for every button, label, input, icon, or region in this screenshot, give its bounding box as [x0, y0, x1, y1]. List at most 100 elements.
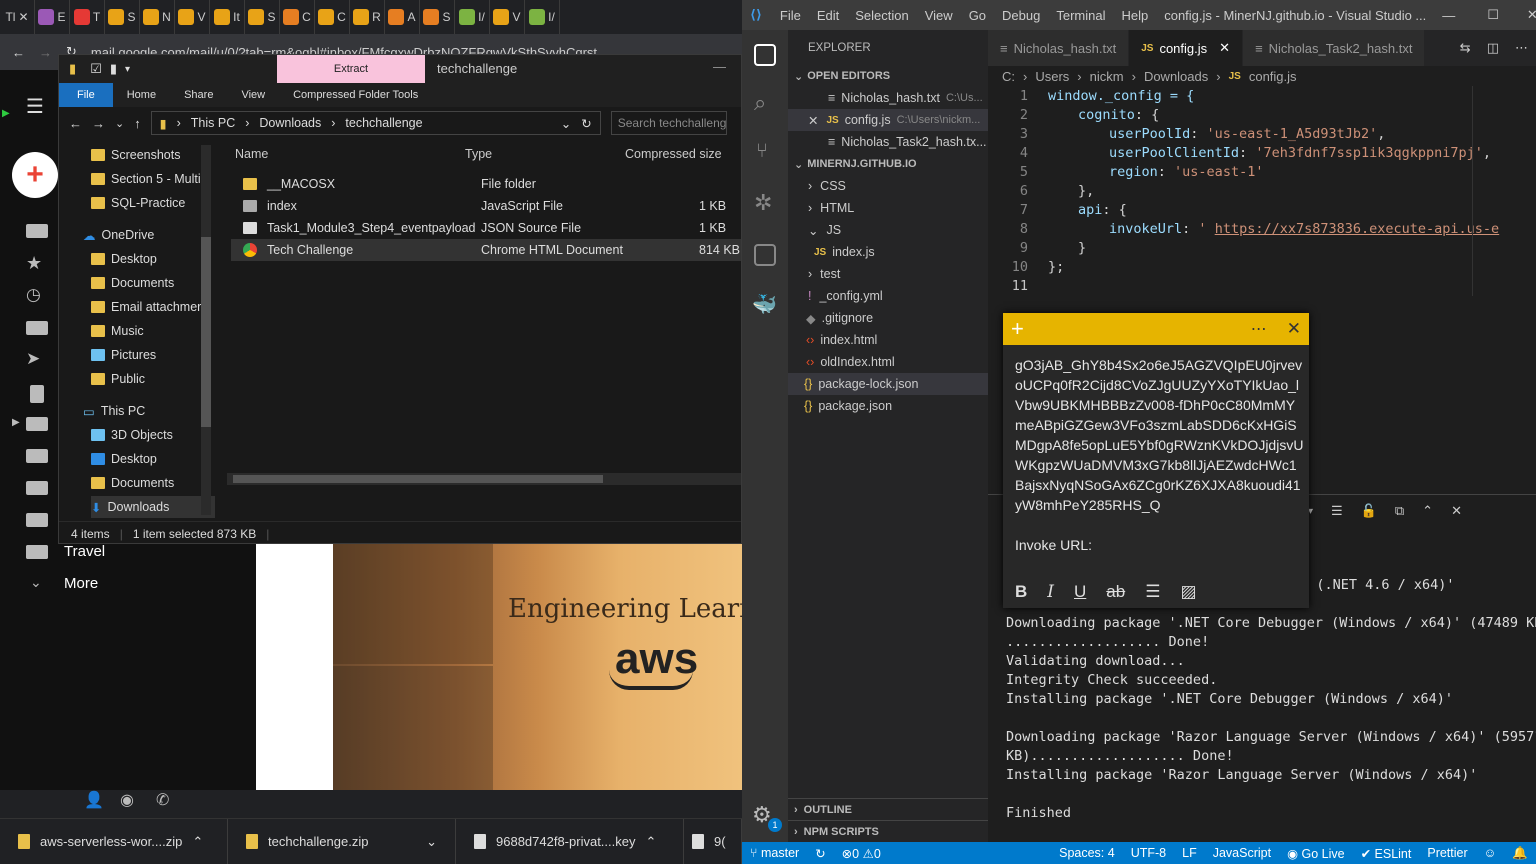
editor-tab-active[interactable]: JS config.js ✕: [1129, 30, 1244, 66]
source-control-icon[interactable]: ⑂: [756, 140, 768, 163]
underline-icon[interactable]: U: [1074, 582, 1086, 602]
column-name[interactable]: Name: [235, 147, 268, 161]
starred-icon[interactable]: ★: [26, 253, 42, 274]
forward-arrow-icon[interactable]: →: [39, 45, 52, 60]
npm-scripts-header[interactable]: › NPM SCRIPTS: [788, 820, 988, 842]
project-header[interactable]: ⌄ MINERNJ.GITHUB.IO: [788, 153, 988, 175]
ribbon-tab-compressed-tools[interactable]: Compressed Folder Tools: [279, 83, 432, 107]
nav-item[interactable]: Pictures: [91, 344, 156, 366]
nav-item[interactable]: Documents: [91, 472, 174, 494]
split-editor-icon[interactable]: ◫: [1479, 40, 1507, 56]
forward-arrow-icon[interactable]: →: [92, 116, 105, 131]
file-row[interactable]: __MACOSX File folder: [231, 173, 741, 195]
chevron-down-icon[interactable]: ⌄: [561, 116, 571, 131]
open-editor-item[interactable]: ≡ Nicholas_Task2_hash.tx...: [788, 131, 988, 153]
close-icon[interactable]: ✕: [1287, 319, 1301, 339]
chevron-down-icon[interactable]: ⌄: [115, 117, 124, 130]
maximize-icon[interactable]: ☐: [1471, 7, 1515, 23]
chevron-up-icon[interactable]: ⌃: [192, 834, 203, 850]
minimap[interactable]: [1472, 86, 1532, 296]
clear-output-icon[interactable]: ☰: [1331, 503, 1343, 519]
editor-tab[interactable]: ≡ Nicholas_Task2_hash.txt: [1243, 30, 1426, 66]
prettier-indicator[interactable]: Prettier: [1419, 846, 1475, 860]
download-item[interactable]: 9688d742f8-privat....key ⌃: [456, 818, 684, 864]
language-indicator[interactable]: JavaScript: [1205, 846, 1279, 860]
invoke-url-link[interactable]: https://xx7s873836.execute-api.us-e: [1215, 221, 1499, 237]
tree-folder[interactable]: › test: [788, 263, 988, 285]
open-editor-item[interactable]: ≡ Nicholas_hash.txt C:\Us...: [788, 87, 988, 109]
file-row-selected[interactable]: Tech Challenge Chrome HTML Document 814 KB: [231, 239, 741, 261]
nav-item[interactable]: Section 5 - Multi: [91, 168, 201, 190]
label-icon[interactable]: [26, 513, 48, 527]
chrome-tab[interactable]: S: [245, 0, 280, 34]
eol-indicator[interactable]: LF: [1174, 846, 1205, 860]
close-icon[interactable]: ✕: [808, 113, 818, 128]
more-options-icon[interactable]: ⋯: [1251, 319, 1267, 339]
tree-file-selected[interactable]: {} package-lock.json: [788, 373, 988, 395]
add-note-icon[interactable]: +: [1011, 316, 1024, 342]
outline-header[interactable]: › OUTLINE: [788, 798, 988, 820]
feedback-smiley-icon[interactable]: ☺: [1476, 846, 1505, 860]
up-arrow-icon[interactable]: ↑: [134, 116, 141, 131]
search-icon[interactable]: ⌕: [754, 90, 766, 116]
chrome-tab[interactable]: I/: [455, 0, 490, 34]
tree-folder[interactable]: › HTML: [788, 197, 988, 219]
ribbon-tab-view[interactable]: View: [227, 83, 279, 107]
nav-item[interactable]: Screenshots: [91, 144, 180, 166]
chrome-tab[interactable]: I/: [525, 0, 560, 34]
chrome-tab[interactable]: It: [210, 0, 245, 34]
nav-scrollbar[interactable]: [201, 145, 211, 515]
lock-icon[interactable]: 🔓: [1361, 503, 1377, 519]
open-in-editor-icon[interactable]: ⧉: [1395, 503, 1404, 519]
inbox-icon[interactable]: [26, 224, 48, 238]
search-input[interactable]: Search techchallenge: [610, 111, 727, 135]
expand-arrow-icon[interactable]: ▶: [12, 417, 20, 428]
encoding-indicator[interactable]: UTF-8: [1123, 846, 1174, 860]
editor-tab[interactable]: ≡ Nicholas_hash.txt: [988, 30, 1130, 66]
menu-view[interactable]: View: [917, 8, 961, 23]
nav-item[interactable]: SQL-Practice: [91, 192, 185, 214]
strikethrough-icon[interactable]: ab: [1106, 582, 1125, 602]
nav-item[interactable]: Desktop: [91, 248, 157, 270]
menu-help[interactable]: Help: [1113, 8, 1156, 23]
branch-indicator[interactable]: ⑂ master: [742, 846, 807, 860]
chrome-tab[interactable]: Tl ✕: [0, 0, 35, 34]
checkbox-icon[interactable]: ☑: [90, 61, 102, 77]
chrome-tab[interactable]: S: [420, 0, 455, 34]
chevron-up-icon[interactable]: ⌃: [645, 834, 656, 850]
label-icon[interactable]: [26, 545, 48, 559]
open-editor-item-active[interactable]: ✕ JS config.js C:\Users\nickm...: [788, 109, 988, 131]
open-editors-header[interactable]: ⌄ OPEN EDITORS: [788, 65, 988, 87]
refresh-icon[interactable]: ↻: [581, 116, 591, 131]
problems-indicator[interactable]: ⊗0 ⚠0: [834, 846, 889, 861]
hangouts-icon[interactable]: ◉: [120, 790, 134, 810]
extensions-icon[interactable]: [754, 244, 776, 266]
menu-selection[interactable]: Selection: [847, 8, 916, 23]
sync-icon[interactable]: ↻: [807, 846, 833, 861]
nav-item[interactable]: Email attachmer: [91, 296, 201, 318]
nav-item[interactable]: Documents: [91, 272, 174, 294]
contacts-icon[interactable]: 👤: [84, 790, 104, 810]
compose-button[interactable]: +: [12, 152, 58, 198]
file-row[interactable]: Task1_Module3_Step4_eventpayload JSON Sou…: [231, 217, 741, 239]
breadcrumb-item[interactable]: Downloads: [259, 116, 321, 130]
chrome-tab[interactable]: C: [280, 0, 315, 34]
back-arrow-icon[interactable]: ←: [69, 116, 82, 131]
download-item[interactable]: 9(: [684, 818, 742, 864]
tree-file[interactable]: ‹› index.html: [788, 329, 988, 351]
chrome-tab[interactable]: R: [350, 0, 385, 34]
nav-item[interactable]: Desktop: [91, 448, 157, 470]
ribbon-tab-home[interactable]: Home: [113, 83, 170, 107]
download-item[interactable]: aws-serverless-wor....zip ⌃: [0, 818, 228, 864]
chrome-tab[interactable]: T: [70, 0, 105, 34]
chrome-tab[interactable]: V: [175, 0, 210, 34]
compare-icon[interactable]: ⇆: [1452, 40, 1479, 56]
file-row[interactable]: index JavaScript File 1 KB: [231, 195, 741, 217]
nav-item[interactable]: Music: [91, 320, 144, 342]
ribbon-tab-share[interactable]: Share: [170, 83, 227, 107]
hamburger-menu-icon[interactable]: ☰: [26, 94, 44, 119]
chevron-down-icon[interactable]: ▾: [125, 64, 130, 75]
minimize-icon[interactable]: —: [713, 59, 726, 74]
go-live-button[interactable]: ◉ Go Live: [1279, 846, 1352, 861]
eslint-indicator[interactable]: ✔ ESLint: [1353, 846, 1420, 861]
